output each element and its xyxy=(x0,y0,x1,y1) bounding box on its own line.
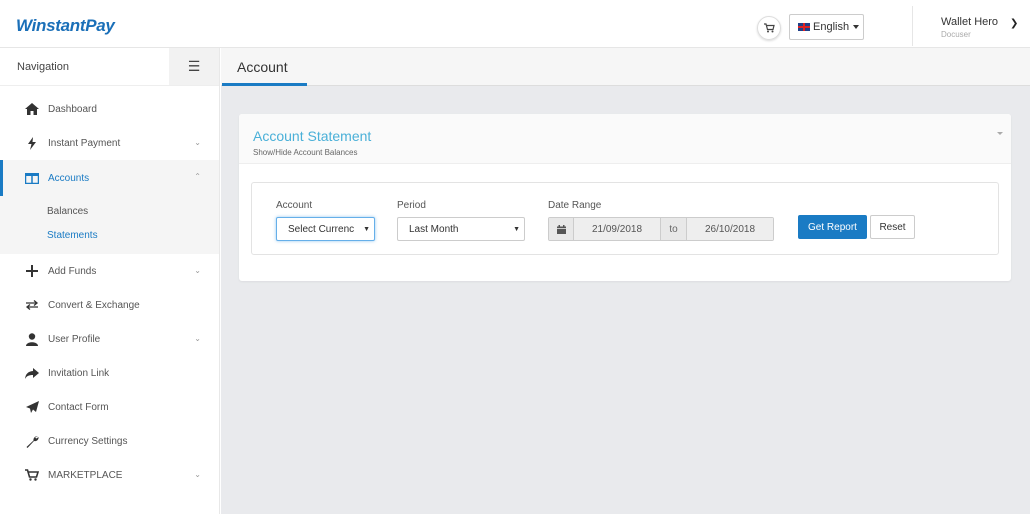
language-label: English xyxy=(813,21,850,33)
menu-toggle-button[interactable]: ☰ xyxy=(169,48,219,85)
nav-header: Navigation ☰ xyxy=(0,48,219,86)
get-report-button[interactable]: Get Report xyxy=(798,215,867,239)
top-bar: WinstantPay English Wallet Hero Docuser … xyxy=(0,0,1030,48)
logo[interactable]: WinstantPay xyxy=(16,16,115,36)
page-title: Account xyxy=(237,59,288,75)
sidebar: Navigation ☰ Dashboard Instant Payment ⌄… xyxy=(0,48,220,514)
sidebar-item-label: Contact Form xyxy=(48,401,109,413)
sidebar-item-label: Accounts xyxy=(48,172,90,184)
user-menu[interactable]: Wallet Hero Docuser xyxy=(941,16,1001,39)
uk-flag-icon xyxy=(798,23,810,31)
sidebar-item-label: MARKETPLACE xyxy=(48,469,123,481)
caret-down-icon xyxy=(853,25,860,29)
collapse-caret-icon[interactable] xyxy=(997,132,1003,135)
hamburger-icon: ☰ xyxy=(187,58,201,74)
chevron-up-icon: ⌃ xyxy=(194,172,201,181)
chevron-down-icon: ⌄ xyxy=(194,266,201,275)
select-arrow-icon: ▼ xyxy=(363,226,370,233)
chevron-down-icon: ⌄ xyxy=(194,334,201,343)
nav-list: Dashboard Instant Payment ⌄ Accounts ⌃ B… xyxy=(0,86,219,492)
page-title-underline xyxy=(222,83,307,86)
paper-plane-icon xyxy=(24,400,40,414)
main-content: Account Account Statement Show/Hide Acco… xyxy=(221,48,1030,514)
sidebar-item-add-funds[interactable]: Add Funds ⌄ xyxy=(0,254,219,288)
date-to-input[interactable]: 26/10/2018 xyxy=(687,218,773,240)
language-dropdown[interactable]: English xyxy=(789,14,864,40)
sidebar-item-accounts[interactable]: Accounts ⌃ xyxy=(0,160,219,196)
sidebar-item-label: Instant Payment xyxy=(48,137,121,149)
sidebar-item-label: User Profile xyxy=(48,333,101,345)
date-to-label: to xyxy=(660,218,687,240)
sidebar-item-user-profile[interactable]: User Profile ⌄ xyxy=(0,322,219,356)
sidebar-item-label: Dashboard xyxy=(48,103,97,115)
period-select[interactable]: Last Month ▼ xyxy=(397,217,525,241)
chevron-down-icon: ⌄ xyxy=(194,138,201,147)
account-label: Account xyxy=(276,200,313,211)
cart-icon xyxy=(24,468,40,482)
date-from-input[interactable]: 21/09/2018 xyxy=(574,218,660,240)
bolt-icon xyxy=(24,136,40,150)
card-header[interactable]: Account Statement Show/Hide Account Bala… xyxy=(239,114,1011,164)
filter-panel: Account Select Currenc ▼ Period Last Mon… xyxy=(251,182,999,255)
nav-title: Navigation xyxy=(17,60,69,73)
calendar-icon xyxy=(556,224,566,234)
chevron-down-icon: ⌄ xyxy=(194,470,201,479)
cart-icon xyxy=(763,23,775,33)
share-icon xyxy=(24,366,40,380)
sidebar-item-label: Convert & Exchange xyxy=(48,299,140,311)
account-statement-card: Account Statement Show/Hide Account Bala… xyxy=(239,114,1011,281)
select-arrow-icon: ▼ xyxy=(513,226,520,233)
date-range-picker: 21/09/2018 to 26/10/2018 xyxy=(548,217,774,241)
accounts-submenu: Balances Statements xyxy=(0,196,219,254)
user-icon xyxy=(24,332,40,346)
sidebar-item-dashboard[interactable]: Dashboard xyxy=(0,92,219,126)
exchange-icon xyxy=(24,298,40,312)
chevron-down-icon[interactable]: ❯ xyxy=(1010,18,1018,29)
card-title: Account Statement xyxy=(253,128,372,144)
wrench-icon xyxy=(24,434,40,448)
columns-icon xyxy=(24,171,40,185)
account-select-value: Select Currenc xyxy=(288,223,355,235)
home-icon xyxy=(24,102,40,116)
card-subtitle[interactable]: Show/Hide Account Balances xyxy=(253,148,358,157)
sidebar-item-label: Currency Settings xyxy=(48,435,128,447)
date-range-label: Date Range xyxy=(548,200,602,211)
user-role: Docuser xyxy=(941,30,971,39)
sidebar-item-label: Invitation Link xyxy=(48,367,110,379)
user-name: Wallet Hero xyxy=(941,16,999,28)
sidebar-item-label: Add Funds xyxy=(48,265,97,277)
submenu-item-balances[interactable]: Balances xyxy=(0,200,219,224)
sidebar-item-contact-form[interactable]: Contact Form xyxy=(0,390,219,424)
reset-button[interactable]: Reset xyxy=(870,215,915,239)
plus-icon xyxy=(24,264,40,278)
sidebar-item-marketplace[interactable]: MARKETPLACE ⌄ xyxy=(0,458,219,492)
period-select-value: Last Month xyxy=(409,223,459,235)
cart-button[interactable] xyxy=(757,16,781,40)
header-divider xyxy=(912,6,913,46)
sidebar-item-instant-payment[interactable]: Instant Payment ⌄ xyxy=(0,126,219,160)
calendar-button[interactable] xyxy=(549,218,574,240)
sidebar-item-currency-settings[interactable]: Currency Settings xyxy=(0,424,219,458)
submenu-item-statements[interactable]: Statements xyxy=(0,224,219,248)
page-header: Account xyxy=(221,48,1030,86)
account-select[interactable]: Select Currenc ▼ xyxy=(276,217,375,241)
sidebar-item-convert-exchange[interactable]: Convert & Exchange xyxy=(0,288,219,322)
sidebar-item-invitation-link[interactable]: Invitation Link xyxy=(0,356,219,390)
period-label: Period xyxy=(397,200,426,211)
